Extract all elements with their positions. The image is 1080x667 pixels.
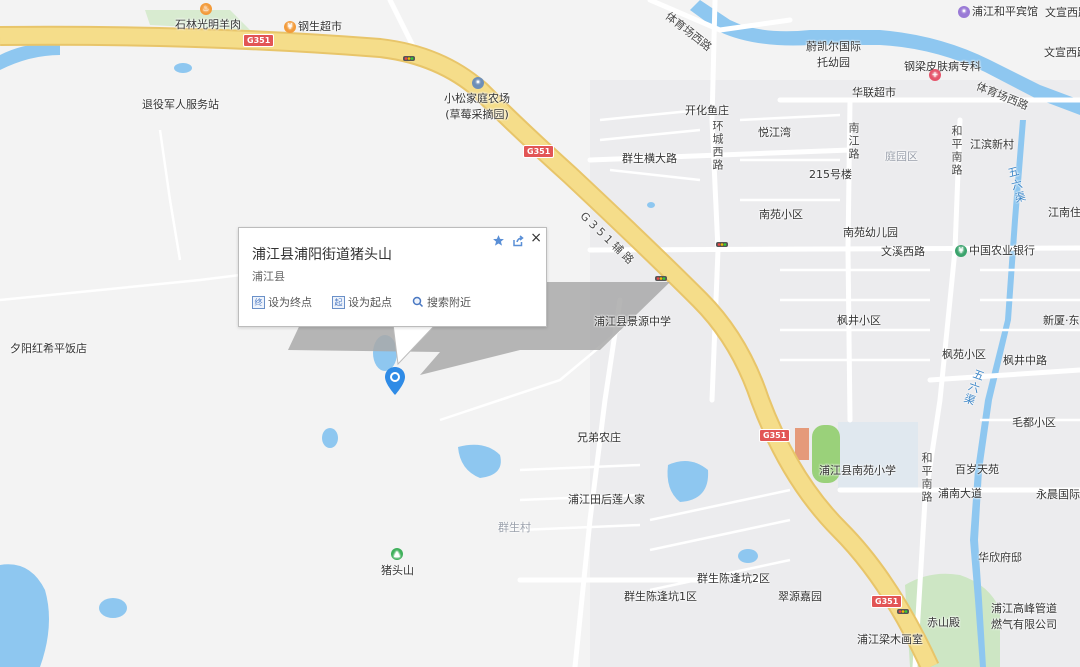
poi-xiaosong[interactable]: • 小松家庭农场 (草莓采摘园) (444, 77, 510, 122)
area-label: 庭园区 (885, 150, 918, 163)
poi-yangyang[interactable]: 夕阳红希平饭店 (10, 340, 87, 356)
road-label-punan: 浦南大道 (938, 487, 982, 500)
shop-icon: ¥ (284, 21, 296, 33)
road-shield-g351: G351 (871, 595, 903, 608)
traffic-light-icon (716, 242, 728, 247)
poi-shilin[interactable]: ♨ 石林光明羊肉 (175, 3, 241, 32)
location-icon: • (472, 77, 484, 89)
poi-hualian[interactable]: 华联超市 (852, 84, 896, 100)
location-pin-icon[interactable] (383, 366, 407, 396)
set-start-button[interactable]: 起设为起点 (332, 294, 392, 310)
poi-xiongdi[interactable]: 兄弟农庄 (577, 429, 621, 445)
poi-gaofeng[interactable]: 浦江高峰管道 燃气有限公司 (991, 600, 1057, 632)
poi-jiangnan[interactable]: 江南住 (1048, 204, 1080, 220)
close-icon[interactable]: × (530, 230, 542, 246)
traffic-light-icon (403, 56, 415, 61)
poi-huaxin[interactable]: 华欣府邸 (978, 549, 1022, 565)
traffic-light-icon (655, 276, 667, 281)
poi-fengjing-xq[interactable]: 枫井小区 (837, 312, 881, 328)
road-label-nanjiang: 南江路 (847, 122, 860, 161)
popup-pointer (392, 324, 437, 366)
poi-yongchen[interactable]: 永晨国际 (1036, 486, 1080, 502)
pond (322, 428, 338, 448)
poi-weikaier[interactable]: 蔚凯尔国际 托幼园 (806, 38, 861, 70)
poi-zhutoushan[interactable]: ▲ 猪头山 (381, 548, 414, 578)
poi-jingyuan[interactable]: 浦江县景源中学 (594, 313, 671, 329)
hospital-icon: + (929, 68, 943, 81)
mountain-icon: ▲ (391, 548, 403, 560)
popup-subtitle: 浦江县 (252, 270, 285, 283)
poi-cuiyuan[interactable]: 翠源嘉园 (778, 588, 822, 604)
road-label-wenxi: 文溪西路 (881, 245, 925, 258)
poi-chishan[interactable]: 赤山殿 (927, 614, 960, 630)
poi-wenxuan[interactable]: 文宣西路 (1044, 44, 1080, 60)
start-icon: 起 (332, 295, 345, 309)
pond (99, 598, 127, 618)
road-shield-g351: G351 (243, 34, 275, 47)
poi-gangsheng[interactable]: ¥ 钢生超市 (284, 18, 342, 34)
set-end-button[interactable]: 终设为终点 (252, 294, 312, 310)
poi-tuiyi[interactable]: 退役军人服务站 (142, 96, 219, 112)
road-label-huancheng: 环城西路 (711, 120, 724, 172)
bank-icon: ¥ (955, 245, 967, 257)
poi-chenpeng2[interactable]: 群生陈逢坑2区 (697, 570, 770, 586)
share-icon[interactable] (512, 235, 524, 247)
poi-chenpeng1[interactable]: 群生陈逢坑1区 (624, 588, 697, 604)
poi-yuejiang[interactable]: 悦江湾 (758, 124, 791, 140)
poi-kaihua[interactable]: 开化鱼庄 (685, 102, 729, 118)
poi-fengyuan[interactable]: 枫苑小区 (942, 346, 986, 362)
pond (174, 63, 192, 73)
area-label: 群生村 (498, 521, 531, 534)
school-grounds (838, 422, 918, 488)
traffic-light-icon (897, 609, 909, 614)
star-icon[interactable] (492, 234, 505, 247)
poi-maodu[interactable]: 毛都小区 (1012, 414, 1056, 430)
poi-nanyuan-xq[interactable]: 南苑小区 (759, 206, 803, 222)
poi-nanyuan-yey[interactable]: 南苑幼儿园 (843, 224, 898, 240)
search-nearby-button[interactable]: 搜索附近 (412, 294, 471, 310)
end-icon: 终 (252, 295, 265, 309)
pond (647, 202, 655, 208)
poi-baisui[interactable]: 百岁天苑 (955, 461, 999, 477)
building-block (795, 428, 809, 460)
food-icon: ♨ (200, 3, 212, 15)
road-label-heping: 和平南路 (920, 452, 933, 504)
info-popup: 浦江县浦阳街道猪头山 浦江县 × 终设为终点 起设为起点 搜索附近 (238, 227, 547, 327)
poi-pujiang-heping[interactable]: • 浦江和平宾馆 (958, 3, 1038, 19)
poi-tianhou[interactable]: 浦江田后莲人家 (568, 491, 645, 507)
road-label-fengjing: 枫井中路 (1003, 354, 1047, 367)
poi-215[interactable]: 215号楼 (809, 166, 852, 182)
poi-nongye[interactable]: ¥ 中国农业银行 (955, 242, 1035, 258)
poi-jiangbin[interactable]: 江滨新村 (970, 136, 1014, 152)
road-label-heping: 和平南路 (950, 125, 963, 177)
poi-qunsheng-heng[interactable]: 群生横大路 (622, 150, 677, 166)
poi-xinxia[interactable]: 新厦·东 (1043, 312, 1080, 328)
pond (738, 549, 758, 563)
hotel-icon: • (958, 6, 970, 18)
poi-liangmu[interactable]: 浦江梁木画室 (857, 631, 923, 647)
poi-nanyuan-xx[interactable]: 浦江县南苑小学 (819, 462, 896, 478)
search-icon (412, 296, 424, 308)
road-label-wenxuan: 文宣西路 (1045, 6, 1080, 19)
popup-actions: 终设为终点 起设为起点 搜索附近 (252, 294, 471, 310)
popup-title: 浦江县浦阳街道猪头山 (252, 247, 392, 263)
road-shield-g351: G351 (759, 429, 791, 442)
road-shield-g351: G351 (523, 145, 555, 158)
